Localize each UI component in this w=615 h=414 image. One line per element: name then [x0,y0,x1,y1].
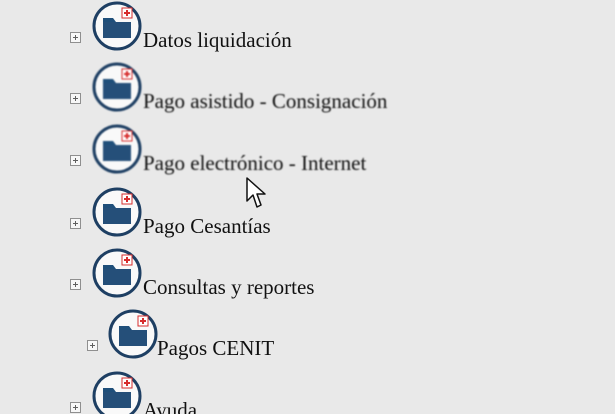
plus-box-icon[interactable] [70,93,81,104]
folder-add-icon [91,123,143,175]
folder-add-icon [91,247,143,299]
plus-box-icon[interactable] [70,402,81,413]
tree-item-label: Ayuda [143,398,198,414]
plus-box-icon[interactable] [70,32,81,43]
tree-item-label: Consultas y reportes [143,275,315,299]
tree-item-pago-cesantias[interactable]: Pago Cesantías [70,186,330,246]
folder-add-icon [91,370,143,414]
navigation-tree: Datos liquidación Pago asistido - Consig… [0,0,615,414]
arrow-cursor-icon [246,177,266,208]
tree-item-label: Pago asistido - Consignación [143,89,388,113]
tree-item-datos-liquidacion[interactable]: Datos liquidación [70,0,400,60]
tree-item-pagos-cenit[interactable]: Pagos CENIT [86,308,326,368]
plus-box-icon[interactable] [70,218,81,229]
folder-add-icon [107,308,159,360]
plus-box-icon[interactable] [70,155,81,166]
tree-item-label: Datos liquidación [143,28,292,52]
tree-item-pago-asistido[interactable]: Pago asistido - Consignación [70,61,460,121]
tree-item-label: Pagos CENIT [157,336,275,360]
folder-add-icon [91,61,143,113]
folder-add-icon [91,186,143,238]
tree-item-label: Pago Cesantías [143,214,271,238]
tree-item-consultas-reportes[interactable]: Consultas y reportes [70,247,390,307]
tree-item-label: Pago electrónico - Internet [143,151,367,175]
plus-box-icon[interactable] [70,279,81,290]
folder-add-icon [91,0,143,52]
tree-item-ayuda[interactable]: Ayuda [70,370,270,414]
plus-box-icon[interactable] [87,340,98,351]
tree-item-pago-electronico[interactable]: Pago electrónico - Internet [70,123,440,183]
